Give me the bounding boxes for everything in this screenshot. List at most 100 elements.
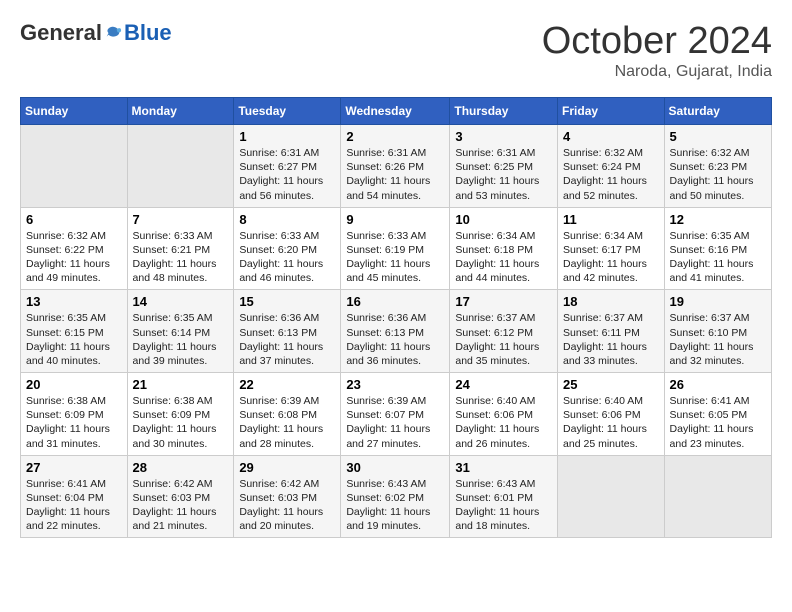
cell-content: Sunrise: 6:32 AMSunset: 6:23 PMDaylight:… [670,146,766,203]
calendar-cell: 23Sunrise: 6:39 AMSunset: 6:07 PMDayligh… [341,373,450,456]
day-number: 19 [670,294,766,309]
day-number: 14 [133,294,229,309]
cell-content: Sunrise: 6:31 AMSunset: 6:26 PMDaylight:… [346,146,444,203]
day-number: 29 [239,460,335,475]
calendar-cell: 12 Sunrise: 6:35 AMSunset: 6:16 PMDayligh… [664,207,771,290]
cell-content: Sunrise: 6:37 AMSunset: 6:11 PMDaylight:… [563,311,659,368]
cell-content: Sunrise: 6:42 AMSunset: 6:03 PMDaylight:… [239,477,335,534]
day-number: 5 [670,129,766,144]
calendar-table: SundayMondayTuesdayWednesdayThursdayFrid… [20,97,772,538]
calendar-cell: 7 Sunrise: 6:33 AMSunset: 6:21 PMDaylight… [127,207,234,290]
day-number: 7 [133,212,229,227]
calendar-cell [558,455,665,538]
logo-blue-text: Blue [124,20,172,46]
day-number: 27 [26,460,122,475]
cell-content: Sunrise: 6:31 AMSunset: 6:25 PMDaylight:… [455,146,552,203]
cell-content: Sunrise: 6:35 AMSunset: 6:15 PMDaylight:… [26,311,122,368]
day-number: 31 [455,460,552,475]
cell-content: Sunrise: 6:40 AMSunset: 6:06 PMDaylight:… [563,394,659,451]
day-number: 24 [455,377,552,392]
calendar-cell: 11 Sunrise: 6:34 AMSunset: 6:17 PMDayligh… [558,207,665,290]
day-number: 10 [455,212,552,227]
calendar-header-row: SundayMondayTuesdayWednesdayThursdayFrid… [21,98,772,125]
calendar-cell: 31 Sunrise: 6:43 AMSunset: 6:01 PMDayligh… [450,455,558,538]
day-number: 4 [563,129,659,144]
calendar-cell: 22Sunrise: 6:39 AMSunset: 6:08 PMDayligh… [234,373,341,456]
cell-content: Sunrise: 6:36 AMSunset: 6:13 PMDaylight:… [239,311,335,368]
page-header: General Blue October 2024 Naroda, Gujara… [20,20,772,81]
cell-content: Sunrise: 6:35 AMSunset: 6:14 PMDaylight:… [133,311,229,368]
cell-content: Sunrise: 6:38 AMSunset: 6:09 PMDaylight:… [133,394,229,451]
logo-general-text: General [20,20,102,46]
day-number: 21 [133,377,229,392]
cell-content: Sunrise: 6:33 AMSunset: 6:20 PMDaylight:… [239,229,335,286]
cell-content: Sunrise: 6:40 AMSunset: 6:06 PMDaylight:… [455,394,552,451]
day-number: 8 [239,212,335,227]
calendar-cell: 17 Sunrise: 6:37 AMSunset: 6:12 PMDayligh… [450,290,558,373]
day-number: 3 [455,129,552,144]
header-day-thursday: Thursday [450,98,558,125]
calendar-cell: 4 Sunrise: 6:32 AMSunset: 6:24 PMDaylight… [558,125,665,208]
calendar-cell: 15Sunrise: 6:36 AMSunset: 6:13 PMDayligh… [234,290,341,373]
location: Naroda, Gujarat, India [542,63,772,81]
cell-content: Sunrise: 6:35 AMSunset: 6:16 PMDaylight:… [670,229,766,286]
cell-content: Sunrise: 6:32 AMSunset: 6:24 PMDaylight:… [563,146,659,203]
header-day-sunday: Sunday [21,98,128,125]
calendar-cell: 25 Sunrise: 6:40 AMSunset: 6:06 PMDayligh… [558,373,665,456]
calendar-cell: 8 Sunrise: 6:33 AMSunset: 6:20 PMDaylight… [234,207,341,290]
header-day-wednesday: Wednesday [341,98,450,125]
cell-content: Sunrise: 6:33 AMSunset: 6:19 PMDaylight:… [346,229,444,286]
cell-content: Sunrise: 6:36 AMSunset: 6:13 PMDaylight:… [346,311,444,368]
calendar-cell: 14 Sunrise: 6:35 AMSunset: 6:14 PMDayligh… [127,290,234,373]
calendar-cell: 5 Sunrise: 6:32 AMSunset: 6:23 PMDaylight… [664,125,771,208]
logo: General Blue [20,20,172,46]
calendar-cell: 2 Sunrise: 6:31 AMSunset: 6:26 PMDaylight… [341,125,450,208]
cell-content: Sunrise: 6:37 AMSunset: 6:10 PMDaylight:… [670,311,766,368]
logo-bird-icon [104,24,122,42]
day-number: 6 [26,212,122,227]
calendar-cell: 9Sunrise: 6:33 AMSunset: 6:19 PMDaylight… [341,207,450,290]
calendar-cell: 28Sunrise: 6:42 AMSunset: 6:03 PMDayligh… [127,455,234,538]
day-number: 13 [26,294,122,309]
day-number: 23 [346,377,444,392]
calendar-cell: 19 Sunrise: 6:37 AMSunset: 6:10 PMDayligh… [664,290,771,373]
calendar-cell: 27 Sunrise: 6:41 AMSunset: 6:04 PMDayligh… [21,455,128,538]
calendar-cell: 29 Sunrise: 6:42 AMSunset: 6:03 PMDayligh… [234,455,341,538]
day-number: 11 [563,212,659,227]
cell-content: Sunrise: 6:43 AMSunset: 6:02 PMDaylight:… [346,477,444,534]
day-number: 20 [26,377,122,392]
day-number: 26 [670,377,766,392]
cell-content: Sunrise: 6:34 AMSunset: 6:18 PMDaylight:… [455,229,552,286]
calendar-cell: 16 Sunrise: 6:36 AMSunset: 6:13 PMDayligh… [341,290,450,373]
month-title: October 2024 [542,20,772,63]
cell-content: Sunrise: 6:38 AMSunset: 6:09 PMDaylight:… [26,394,122,451]
day-number: 16 [346,294,444,309]
day-number: 30 [346,460,444,475]
header-day-friday: Friday [558,98,665,125]
calendar-cell: 30 Sunrise: 6:43 AMSunset: 6:02 PMDayligh… [341,455,450,538]
cell-content: Sunrise: 6:42 AMSunset: 6:03 PMDaylight:… [133,477,229,534]
cell-content: Sunrise: 6:31 AMSunset: 6:27 PMDaylight:… [239,146,335,203]
calendar-cell [664,455,771,538]
calendar-cell: 6 Sunrise: 6:32 AMSunset: 6:22 PMDaylight… [21,207,128,290]
week-row-4: 20 Sunrise: 6:38 AMSunset: 6:09 PMDayligh… [21,373,772,456]
cell-content: Sunrise: 6:32 AMSunset: 6:22 PMDaylight:… [26,229,122,286]
calendar-cell: 26Sunrise: 6:41 AMSunset: 6:05 PMDayligh… [664,373,771,456]
week-row-5: 27 Sunrise: 6:41 AMSunset: 6:04 PMDayligh… [21,455,772,538]
calendar-cell: 21 Sunrise: 6:38 AMSunset: 6:09 PMDayligh… [127,373,234,456]
day-number: 22 [239,377,335,392]
calendar-cell: 1Sunrise: 6:31 AMSunset: 6:27 PMDaylight… [234,125,341,208]
calendar-cell [127,125,234,208]
cell-content: Sunrise: 6:41 AMSunset: 6:04 PMDaylight:… [26,477,122,534]
cell-content: Sunrise: 6:34 AMSunset: 6:17 PMDaylight:… [563,229,659,286]
calendar-cell [21,125,128,208]
day-number: 12 [670,212,766,227]
calendar-cell: 13 Sunrise: 6:35 AMSunset: 6:15 PMDayligh… [21,290,128,373]
title-block: October 2024 Naroda, Gujarat, India [542,20,772,81]
day-number: 25 [563,377,659,392]
day-number: 2 [346,129,444,144]
cell-content: Sunrise: 6:43 AMSunset: 6:01 PMDaylight:… [455,477,552,534]
cell-content: Sunrise: 6:37 AMSunset: 6:12 PMDaylight:… [455,311,552,368]
day-number: 17 [455,294,552,309]
cell-content: Sunrise: 6:33 AMSunset: 6:21 PMDaylight:… [133,229,229,286]
